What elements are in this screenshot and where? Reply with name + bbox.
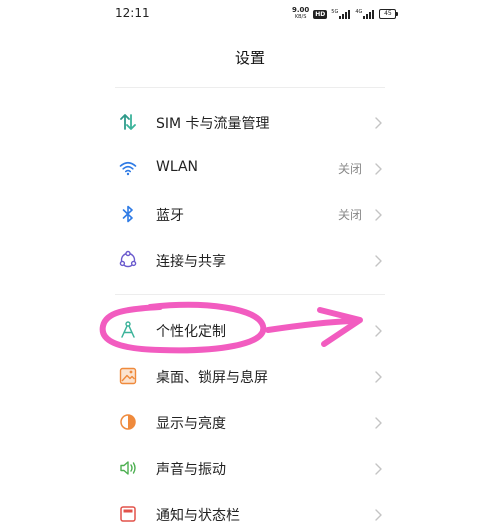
settings-item-notifications[interactable]: 通知与状态栏 bbox=[0, 494, 500, 532]
signal-sim2-icon: 4G bbox=[355, 8, 375, 19]
brightness-icon bbox=[118, 412, 138, 432]
sound-icon bbox=[118, 458, 138, 478]
settings-screen: 12:11 9.00 KB/S HD 5G 4G 45 设置 SIM 卡与流量管… bbox=[0, 0, 500, 532]
settings-item-connection-share[interactable]: 连接与共享 bbox=[0, 240, 500, 280]
chevron-right-icon bbox=[373, 323, 383, 337]
network-speed: 9.00 KB/S bbox=[292, 7, 309, 21]
sim-data-arrows-icon bbox=[118, 112, 138, 132]
hd-badge: HD bbox=[313, 9, 328, 19]
settings-item-label: SIM 卡与流量管理 bbox=[156, 116, 270, 132]
status-bar: 12:11 9.00 KB/S HD 5G 4G 45 bbox=[0, 0, 500, 28]
wallpaper-icon bbox=[118, 366, 138, 386]
status-icons: 9.00 KB/S HD 5G 4G 45 bbox=[292, 6, 399, 22]
settings-item-label: 通知与状态栏 bbox=[156, 508, 240, 524]
settings-item-value: 关闭 bbox=[337, 162, 362, 176]
chevron-right-icon bbox=[373, 253, 383, 267]
bluetooth-icon bbox=[118, 204, 138, 224]
notification-icon bbox=[118, 504, 138, 524]
page-title: 设置 bbox=[234, 49, 265, 67]
settings-item-label: 桌面、锁屏与息屏 bbox=[156, 370, 268, 386]
settings-item-bluetooth[interactable]: 蓝牙 关闭 bbox=[0, 194, 500, 234]
personalization-icon bbox=[118, 320, 138, 340]
battery-level: 45 bbox=[384, 10, 392, 17]
settings-item-display-brightness[interactable]: 显示与亮度 bbox=[0, 402, 500, 442]
battery-icon: 45 bbox=[379, 9, 399, 19]
settings-item-desktop-lockscreen[interactable]: 桌面、锁屏与息屏 bbox=[0, 356, 500, 396]
divider bbox=[115, 87, 385, 88]
wifi-icon bbox=[118, 158, 138, 178]
settings-item-value: 关闭 bbox=[337, 208, 362, 222]
network-speed-unit: KB/S bbox=[294, 14, 307, 20]
chevron-right-icon bbox=[373, 115, 383, 129]
chevron-right-icon bbox=[373, 207, 383, 221]
chevron-right-icon bbox=[373, 461, 383, 475]
chevron-right-icon bbox=[373, 415, 383, 429]
divider bbox=[115, 294, 385, 295]
connection-share-icon bbox=[118, 250, 138, 270]
settings-item-wlan[interactable]: WLAN 关闭 bbox=[0, 148, 500, 188]
signal-sim1-icon: 5G bbox=[331, 8, 351, 19]
chevron-right-icon bbox=[373, 161, 383, 175]
settings-item-label: 个性化定制 bbox=[156, 324, 226, 340]
settings-item-label: 显示与亮度 bbox=[156, 416, 226, 432]
network-speed-value: 9.00 bbox=[292, 6, 310, 14]
settings-item-label: 蓝牙 bbox=[156, 208, 184, 224]
settings-item-sim-data[interactable]: SIM 卡与流量管理 bbox=[0, 102, 500, 142]
chevron-right-icon bbox=[373, 507, 383, 521]
sim2-network-label: 4G bbox=[355, 8, 363, 15]
settings-item-label: 连接与共享 bbox=[156, 254, 226, 270]
sim1-network-label: 5G bbox=[331, 8, 339, 15]
chevron-right-icon bbox=[373, 369, 383, 383]
settings-item-label: 声音与振动 bbox=[156, 462, 226, 478]
settings-item-sound-vibration[interactable]: 声音与振动 bbox=[0, 448, 500, 488]
settings-item-label: WLAN bbox=[156, 159, 199, 175]
status-time: 12:11 bbox=[115, 6, 150, 20]
settings-item-personalization[interactable]: 个性化定制 bbox=[0, 310, 500, 350]
